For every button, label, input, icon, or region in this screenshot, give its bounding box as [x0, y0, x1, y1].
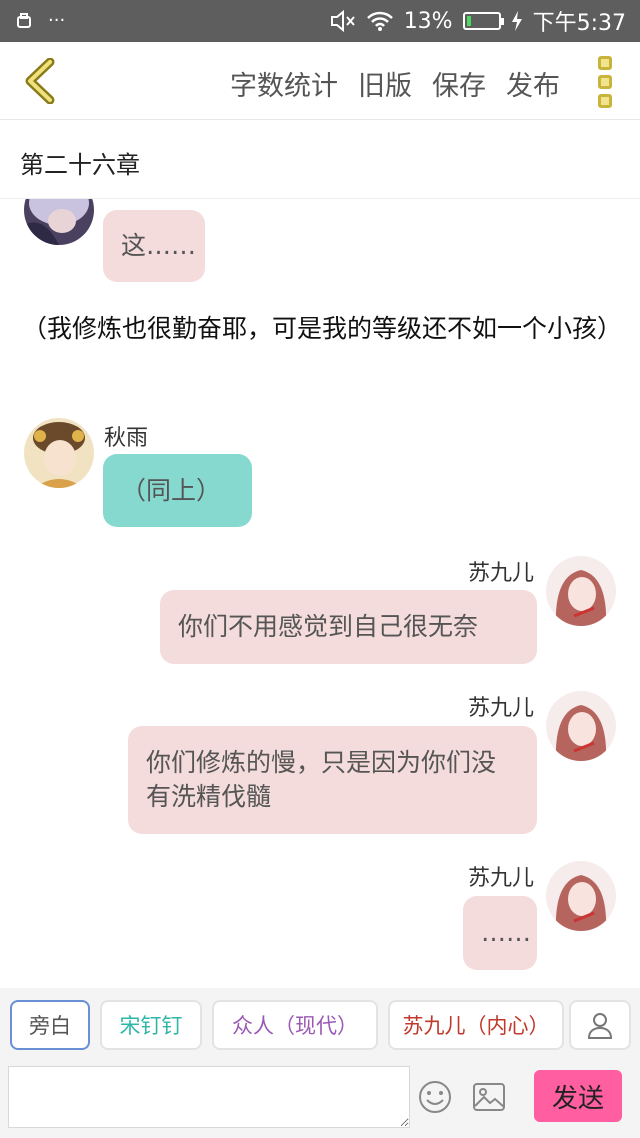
back-button[interactable]: [14, 54, 64, 108]
role-label: 旁白: [29, 1014, 71, 1038]
narration-text[interactable]: （我修炼也很勤奋耶，可是我的等级还不如一个小孩）: [22, 311, 622, 347]
battery-icon: [462, 12, 504, 30]
wifi-icon: [366, 11, 393, 31]
role-chip-su-jiuer-inner[interactable]: 苏九儿（内心）: [388, 1000, 564, 1050]
more-dot: [598, 75, 612, 89]
message-bubble[interactable]: 你们修炼的慢，只是因为你们没有洗精伐髓: [128, 726, 537, 834]
more-dots-icon: ···: [48, 10, 66, 31]
status-right: 13% 下午5:37: [330, 6, 626, 36]
message-text: ……: [481, 918, 531, 947]
composer: 旁白 宋钉钉 众人（现代） 苏九儿（内心） 发送: [0, 988, 640, 1138]
role-label: 苏九儿（内心）: [402, 1014, 550, 1038]
charging-icon: [511, 11, 522, 31]
avatar[interactable]: [546, 691, 616, 761]
chat-list[interactable]: 这…… （我修炼也很勤奋耶，可是我的等级还不如一个小孩） 秋雨 （同上） 苏九儿…: [0, 199, 640, 987]
sender-name: 苏九儿: [468, 561, 535, 586]
user-icon: [587, 1013, 613, 1039]
role-selector: 旁白 宋钉钉 众人（现代） 苏九儿（内心）: [0, 1000, 640, 1052]
sender-name: 秋雨: [104, 426, 149, 451]
editor-toolbar: 字数统计 旧版 保存 发布: [0, 42, 640, 120]
emoji-button[interactable]: [418, 1080, 452, 1114]
battery-level: [466, 16, 471, 26]
message-input[interactable]: [8, 1066, 410, 1128]
avatar[interactable]: [24, 418, 94, 488]
word-count-button[interactable]: 字数统计: [230, 64, 338, 103]
send-button[interactable]: 发送: [534, 1070, 622, 1122]
role-label: 众人（现代）: [232, 1014, 358, 1038]
more-dot: [598, 56, 612, 70]
image-icon: [473, 1083, 505, 1111]
avatar[interactable]: [546, 861, 616, 931]
avatar[interactable]: [546, 556, 616, 626]
battery-percent: 13%: [403, 8, 453, 34]
message-bubble[interactable]: 你们不用感觉到自己很无奈: [160, 590, 537, 664]
chapter-header: 第二十六章: [0, 121, 640, 199]
more-dot: [598, 94, 612, 108]
notification-icon: [17, 12, 31, 28]
chevron-left-icon: [25, 58, 55, 104]
more-vertical-icon[interactable]: [592, 56, 618, 108]
role-label: 宋钉钉: [119, 1014, 183, 1038]
role-chip-song-dingding[interactable]: 宋钉钉: [100, 1000, 202, 1050]
status-time: 下午5:37: [532, 11, 626, 36]
save-button[interactable]: 保存: [432, 64, 486, 103]
message-text: （同上）: [121, 475, 222, 505]
sender-name: 苏九儿: [468, 866, 535, 891]
add-role-button[interactable]: [569, 1000, 631, 1050]
old-version-button[interactable]: 旧版: [358, 64, 412, 103]
role-chip-crowd[interactable]: 众人（现代）: [212, 1000, 378, 1050]
message-text: 这……: [121, 231, 197, 260]
message-bubble[interactable]: ……: [463, 896, 537, 970]
message-bubble[interactable]: （同上）: [103, 454, 252, 527]
avatar[interactable]: [24, 199, 94, 245]
sender-name: 苏九儿: [468, 696, 535, 721]
message-text: 你们修炼的慢，只是因为你们没有洗精伐髓: [146, 748, 497, 811]
message-text: 你们不用感觉到自己很无奈: [178, 612, 479, 641]
smiley-icon: [419, 1081, 451, 1113]
status-left-icons: ···: [16, 10, 65, 31]
role-chip-narrator[interactable]: 旁白: [10, 1000, 90, 1050]
publish-button[interactable]: 发布: [506, 64, 560, 103]
mute-icon: [330, 9, 355, 33]
status-bar: ··· 13% 下午5:37: [0, 0, 640, 42]
toolbar-actions: 字数统计 旧版 保存 发布: [230, 64, 560, 103]
image-button[interactable]: [472, 1080, 506, 1114]
message-bubble[interactable]: 这……: [103, 210, 205, 282]
chapter-title[interactable]: 第二十六章: [20, 145, 140, 180]
